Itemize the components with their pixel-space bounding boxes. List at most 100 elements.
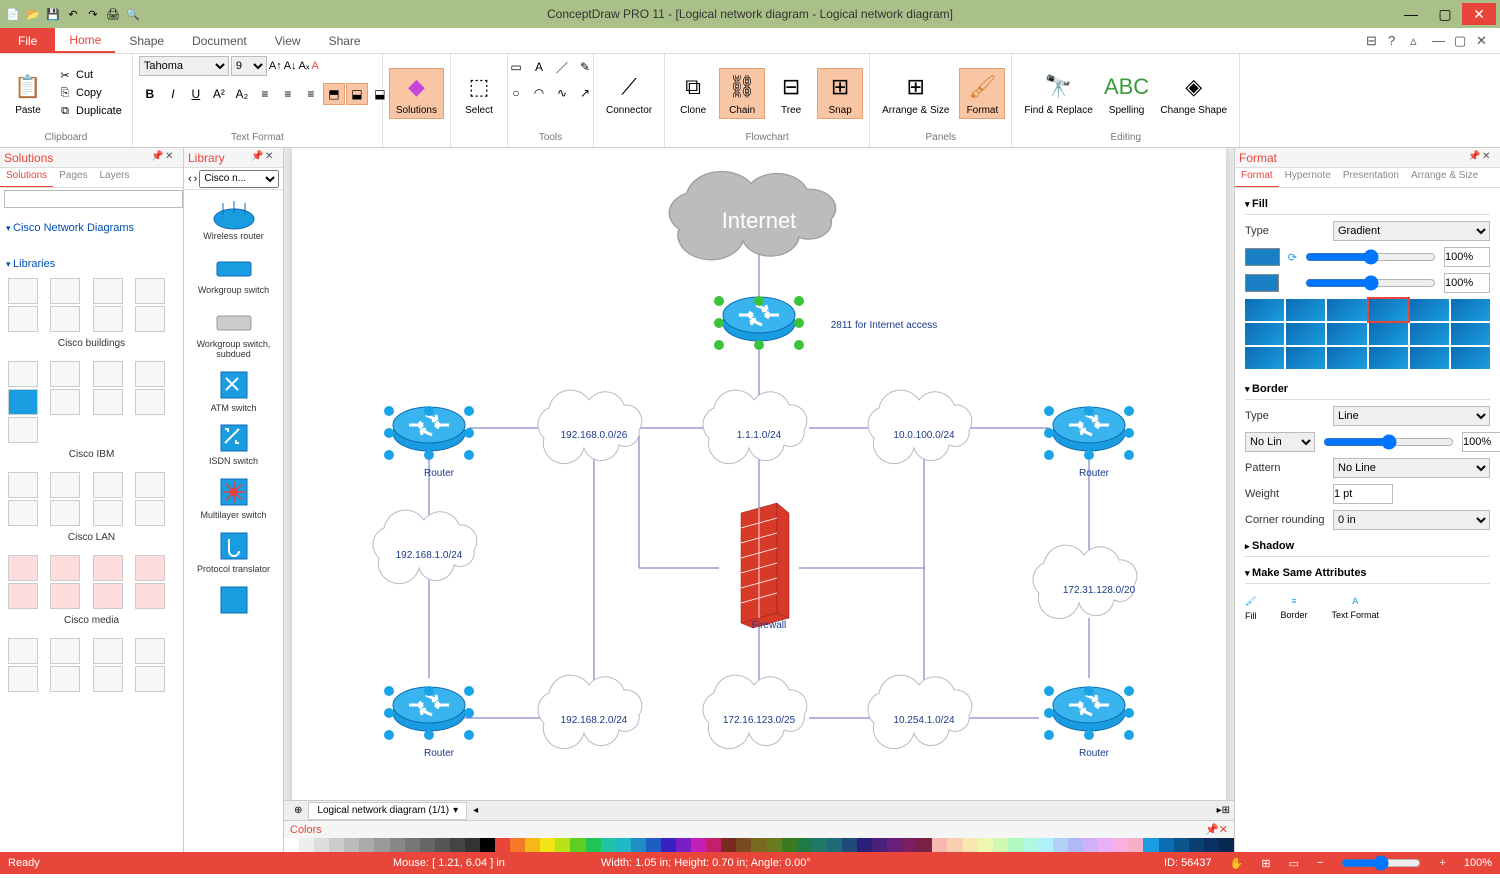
- router-bl[interactable]: [384, 686, 474, 740]
- zoom-value[interactable]: 100%: [1464, 857, 1492, 869]
- lib-next-icon[interactable]: ›: [194, 173, 198, 185]
- spelling-button[interactable]: ABCSpelling: [1103, 69, 1151, 118]
- fontsize-select[interactable]: 9: [231, 56, 267, 76]
- chain-button[interactable]: ⛓Chain: [719, 68, 765, 119]
- color-swatch[interactable]: [480, 838, 495, 852]
- color-swatch[interactable]: [525, 838, 540, 852]
- color-swatch[interactable]: [555, 838, 570, 852]
- color-swatch[interactable]: [1053, 838, 1068, 852]
- align-right-button[interactable]: ≡: [300, 83, 322, 105]
- zoom-slider[interactable]: [1341, 855, 1421, 871]
- close-panel-icon[interactable]: ✕: [1482, 151, 1496, 165]
- qat-redo-icon[interactable]: ↷: [84, 5, 102, 23]
- color-swatch[interactable]: [450, 838, 465, 852]
- arc-tool[interactable]: ◠: [528, 82, 550, 104]
- cut-button[interactable]: ✂Cut: [54, 67, 126, 83]
- fill-opacity2-val[interactable]: [1444, 273, 1490, 293]
- font-clear-icon[interactable]: Aₓ: [299, 60, 310, 72]
- color-swatch[interactable]: [1068, 838, 1083, 852]
- cloud-3[interactable]: [868, 390, 972, 464]
- color-swatch[interactable]: [495, 838, 510, 852]
- tab-home[interactable]: Home: [55, 28, 115, 53]
- solutions-button[interactable]: ◆ Solutions: [389, 68, 444, 119]
- zoom-in-icon[interactable]: +: [1439, 857, 1445, 869]
- fmt-tab-format[interactable]: Format: [1235, 168, 1279, 187]
- same-border[interactable]: ≡Border: [1281, 596, 1308, 621]
- color-swatch[interactable]: [993, 838, 1008, 852]
- color-swatch[interactable]: [465, 838, 480, 852]
- ellipse-tool[interactable]: ○: [505, 82, 527, 104]
- color-swatch[interactable]: [872, 838, 887, 852]
- view-icon[interactable]: ▭: [1289, 857, 1299, 870]
- select-button[interactable]: ⬚ Select: [457, 69, 501, 118]
- pan-icon[interactable]: ✋: [1230, 857, 1244, 870]
- router-internet[interactable]: [714, 296, 804, 350]
- fill-opacity1-val[interactable]: [1444, 247, 1490, 267]
- color-swatch[interactable]: [932, 838, 947, 852]
- border-weight[interactable]: [1333, 484, 1393, 504]
- color-swatch[interactable]: [736, 838, 751, 852]
- color-swatch[interactable]: [1038, 838, 1053, 852]
- color-swatch[interactable]: [917, 838, 932, 852]
- grid-icon[interactable]: ⊞: [1261, 857, 1270, 870]
- arrange-button[interactable]: ⊞Arrange & Size: [876, 69, 955, 118]
- tab-pages[interactable]: Pages: [53, 168, 93, 187]
- font-select[interactable]: Tahoma: [139, 56, 229, 76]
- font-inc-icon[interactable]: A↑: [269, 60, 282, 72]
- font-color-icon[interactable]: A: [312, 60, 319, 72]
- window-restore-icon[interactable]: —: [1432, 33, 1448, 49]
- same-fill[interactable]: 🖌Fill: [1245, 596, 1257, 621]
- color-swatch[interactable]: [902, 838, 917, 852]
- color-swatch[interactable]: [1113, 838, 1128, 852]
- zoom-out-icon[interactable]: −: [1317, 857, 1323, 869]
- curve-tool[interactable]: ∿: [551, 82, 573, 104]
- colors-palette[interactable]: [284, 838, 1234, 852]
- maximize-button[interactable]: ▢: [1428, 3, 1462, 25]
- color-swatch[interactable]: [1098, 838, 1113, 852]
- close-panel-icon[interactable]: ✕: [165, 151, 179, 165]
- canvas-scroll[interactable]: Internet 2811 for Internet access 192.16…: [284, 148, 1234, 800]
- color-swatch[interactable]: [797, 838, 812, 852]
- border-section[interactable]: Border: [1245, 379, 1490, 400]
- color-swatch[interactable]: [947, 838, 962, 852]
- valign-top-button[interactable]: ⬒: [323, 83, 345, 105]
- same-attrs-section[interactable]: Make Same Attributes: [1245, 563, 1490, 584]
- window-max-icon[interactable]: ▢: [1454, 33, 1470, 49]
- color-swatch[interactable]: [344, 838, 359, 852]
- paste-button[interactable]: 📋 Paste: [6, 69, 50, 118]
- color-swatch[interactable]: [601, 838, 616, 852]
- color-swatch[interactable]: [751, 838, 766, 852]
- clone-button[interactable]: ⧉Clone: [671, 69, 715, 118]
- tab-shape[interactable]: Shape: [115, 28, 178, 53]
- qat-open-icon[interactable]: 📂: [24, 5, 42, 23]
- snap-button[interactable]: ⊞Snap: [817, 68, 863, 119]
- text-tool[interactable]: A: [528, 56, 550, 78]
- close-button[interactable]: ✕: [1462, 3, 1496, 25]
- border-opacity-val[interactable]: [1462, 432, 1500, 452]
- canvas[interactable]: Internet 2811 for Internet access 192.16…: [292, 148, 1226, 800]
- color-swatch[interactable]: [963, 838, 978, 852]
- color-swatch[interactable]: [420, 838, 435, 852]
- tab-document[interactable]: Document: [178, 28, 261, 53]
- pin-icon[interactable]: 📌: [1205, 823, 1219, 836]
- connector-button[interactable]: ⟋ Connector: [600, 69, 658, 118]
- tab-layers[interactable]: Layers: [94, 168, 136, 187]
- find-button[interactable]: 🔭Find & Replace: [1018, 69, 1098, 118]
- qat-save-icon[interactable]: 💾: [44, 5, 62, 23]
- color-swatch[interactable]: [691, 838, 706, 852]
- color-swatch[interactable]: [1219, 838, 1234, 852]
- lib-item-isdn-switch[interactable]: ISDN switch: [188, 419, 279, 467]
- fill-opacity1[interactable]: [1305, 247, 1436, 267]
- align-left-button[interactable]: ≡: [254, 83, 276, 105]
- line-tool[interactable]: ／: [551, 56, 573, 78]
- color-swatch[interactable]: [646, 838, 661, 852]
- arrow-tool[interactable]: ↗: [574, 82, 596, 104]
- scroll-left-icon[interactable]: ◂: [467, 805, 484, 816]
- close-panel-icon[interactable]: ✕: [1219, 823, 1228, 836]
- corner-rounding[interactable]: 0 in: [1333, 510, 1490, 530]
- fill-opacity2[interactable]: [1305, 273, 1436, 293]
- fmt-tab-presentation[interactable]: Presentation: [1337, 168, 1405, 187]
- italic-button[interactable]: I: [162, 83, 184, 105]
- border-type-select[interactable]: Line: [1333, 406, 1490, 426]
- cloud-4[interactable]: [373, 510, 477, 584]
